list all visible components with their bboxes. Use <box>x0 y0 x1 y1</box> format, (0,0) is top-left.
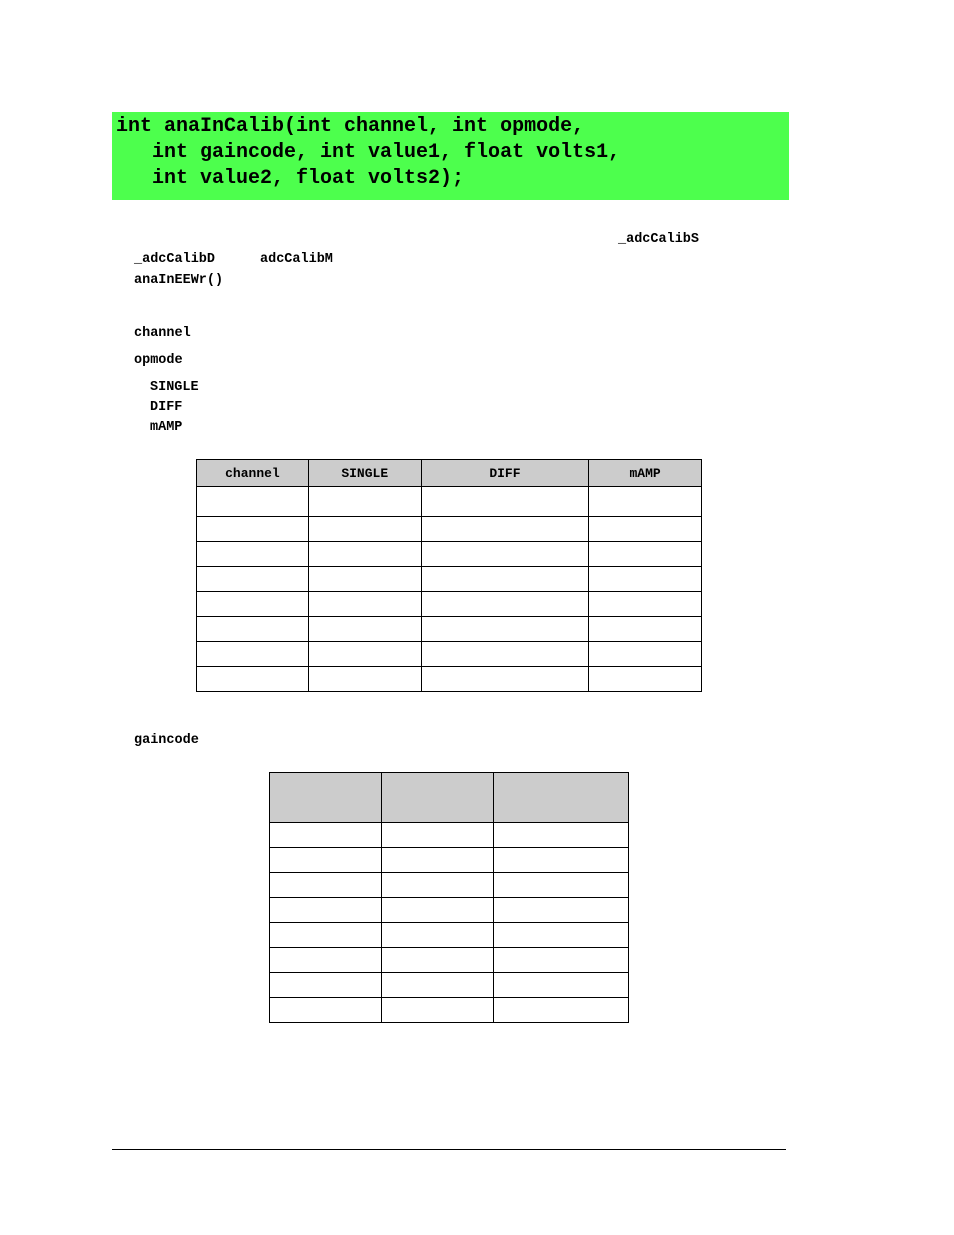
param-opmode-label: opmode <box>134 353 183 368</box>
table-cell <box>420 641 590 667</box>
table-row <box>196 516 702 542</box>
header-mamp: mAMP <box>588 459 702 487</box>
table-cell <box>196 591 309 617</box>
table-cell <box>588 486 702 517</box>
table-cell <box>493 997 629 1023</box>
gain-header-2 <box>380 772 495 823</box>
header-channel: channel <box>196 459 309 487</box>
table-row <box>269 947 629 973</box>
table-cell <box>420 516 590 542</box>
table-cell <box>307 541 422 567</box>
table-cell <box>269 897 382 923</box>
footer-divider <box>112 1149 786 1150</box>
code-ref-adccalibs: _adcCalibS <box>618 232 700 247</box>
table-cell <box>420 591 590 617</box>
table-row <box>269 997 629 1023</box>
table-cell <box>493 922 629 948</box>
table-cell <box>493 822 629 848</box>
table-cell <box>307 641 422 667</box>
table-cell <box>493 847 629 873</box>
table-cell <box>269 847 382 873</box>
table-row <box>269 897 629 923</box>
table-cell <box>420 486 590 517</box>
table-cell <box>269 972 382 998</box>
table-cell <box>380 872 495 898</box>
table-cell <box>307 486 422 517</box>
gaincode-table <box>269 772 629 1023</box>
table-cell <box>380 997 495 1023</box>
table-cell <box>380 897 495 923</box>
table-cell <box>493 872 629 898</box>
table-cell <box>493 947 629 973</box>
table-cell <box>307 566 422 592</box>
table-cell <box>307 591 422 617</box>
table-cell <box>196 486 309 517</box>
table-cell <box>307 516 422 542</box>
gain-header-3 <box>493 772 629 823</box>
signature-line-2: int gaincode, int value1, float volts1, <box>116 141 621 164</box>
table-row <box>196 541 702 567</box>
table-cell <box>420 616 590 642</box>
function-signature-box: int anaInCalib(int channel, int opmode, … <box>112 112 789 200</box>
table-cell <box>588 566 702 592</box>
header-diff: DIFF <box>420 459 590 487</box>
table-cell <box>196 666 309 692</box>
table-cell <box>269 822 382 848</box>
table-row <box>269 972 629 998</box>
code-ref-adccalibd: _adcCalibD <box>134 252 216 267</box>
code-ref-anaineewr: anaInEEWr() <box>134 273 224 288</box>
param-channel-label: channel <box>134 326 191 341</box>
table-row <box>269 822 629 848</box>
code-ref-adccalibm: adcCalibM <box>260 252 333 267</box>
table-row <box>196 486 702 517</box>
table-cell <box>420 666 590 692</box>
table-cell <box>588 641 702 667</box>
table-cell <box>269 997 382 1023</box>
table-row <box>196 666 702 692</box>
table-cell <box>380 922 495 948</box>
table-cell <box>196 541 309 567</box>
table-cell <box>269 947 382 973</box>
table-cell <box>588 516 702 542</box>
table-cell <box>196 566 309 592</box>
table-cell <box>380 972 495 998</box>
table-cell <box>420 541 590 567</box>
table-cell <box>380 947 495 973</box>
table-cell <box>493 897 629 923</box>
signature-line-3: int value2, float volts2); <box>116 167 465 190</box>
table-row <box>196 591 702 617</box>
table-row <box>269 922 629 948</box>
table-row <box>196 641 702 667</box>
opmode-value-mamp: mAMP <box>150 420 183 435</box>
table-cell <box>588 616 702 642</box>
opmode-value-diff: DIFF <box>150 400 183 415</box>
table-header-row <box>269 772 629 823</box>
opmode-value-single: SINGLE <box>150 380 199 395</box>
signature-line-1: int anaInCalib(int channel, int opmode, <box>116 115 585 138</box>
table-cell <box>588 541 702 567</box>
table-cell <box>269 872 382 898</box>
table-cell <box>588 591 702 617</box>
table-cell <box>380 847 495 873</box>
table-row <box>196 566 702 592</box>
table-cell <box>269 922 382 948</box>
table-cell <box>307 616 422 642</box>
table-cell <box>307 666 422 692</box>
table-cell <box>196 516 309 542</box>
table-cell <box>196 616 309 642</box>
gain-header-1 <box>269 772 382 823</box>
table-cell <box>420 566 590 592</box>
table-row <box>269 872 629 898</box>
channel-opmode-table: channel SINGLE DIFF mAMP <box>196 459 702 692</box>
table-row <box>269 847 629 873</box>
header-single: SINGLE <box>307 459 422 487</box>
table-header-row: channel SINGLE DIFF mAMP <box>196 459 702 487</box>
table-cell <box>380 822 495 848</box>
table-cell <box>196 641 309 667</box>
table-row <box>196 616 702 642</box>
table-cell <box>588 666 702 692</box>
table-cell <box>493 972 629 998</box>
param-gaincode-label: gaincode <box>134 733 199 748</box>
